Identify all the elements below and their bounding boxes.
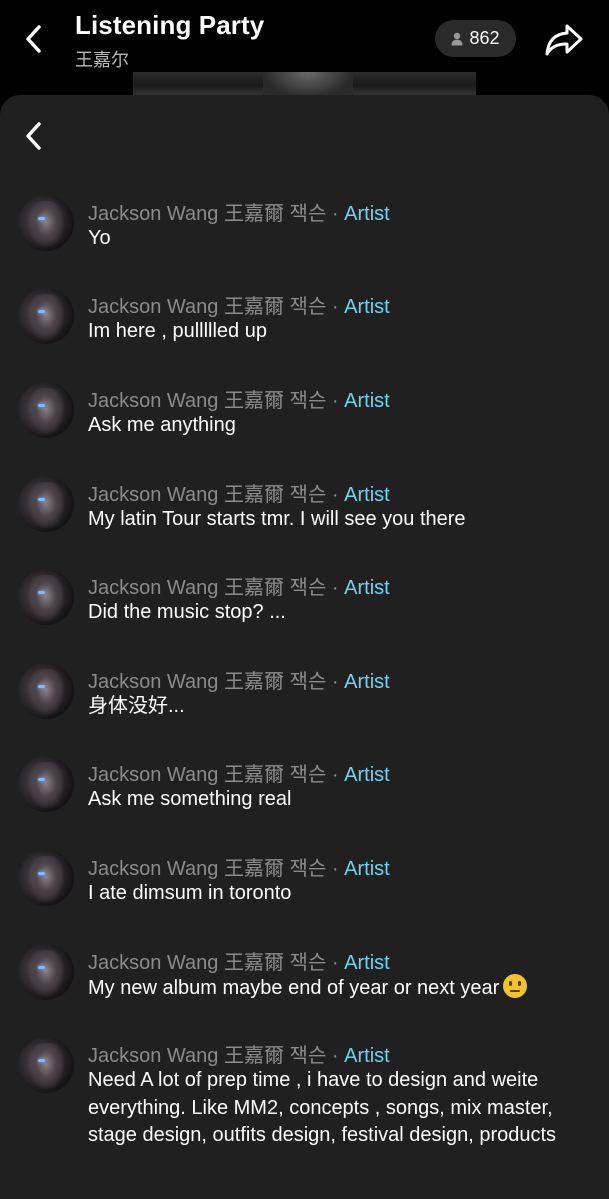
artist-badge: Artist (344, 577, 390, 599)
message-header: Jackson Wang 王嘉爾 잭슨 · Artist (88, 1039, 390, 1068)
message-text: Im here , pullllled up (88, 320, 267, 342)
message-text: My latin Tour starts tmr. I will see you… (88, 508, 466, 530)
message-text: I ate dimsum in toronto (88, 882, 292, 904)
chevron-left-icon (26, 122, 41, 150)
chevron-left-icon (26, 25, 41, 53)
artist-badge: Artist (344, 858, 390, 880)
separator-dot: · (331, 484, 339, 506)
page-title: Listening Party (75, 10, 265, 40)
separator-dot: · (331, 577, 339, 599)
author-name[interactable]: Jackson Wang 王嘉爾 잭슨 (88, 296, 326, 318)
separator-dot: · (331, 671, 339, 693)
artist-badge: Artist (344, 296, 390, 318)
message-header: Jackson Wang 王嘉爾 잭슨 · Artist (88, 852, 390, 881)
artist-badge: Artist (344, 952, 390, 974)
neutral-face-emoji (503, 974, 528, 998)
author-name[interactable]: Jackson Wang 王嘉爾 잭슨 (88, 764, 326, 786)
separator-dot: · (331, 1045, 339, 1067)
author-name[interactable]: Jackson Wang 王嘉爾 잭슨 (88, 858, 326, 880)
avatar[interactable] (18, 382, 74, 438)
sheet-back-button[interactable] (20, 119, 50, 153)
avatar[interactable] (18, 944, 74, 1000)
message-text: My new album maybe end of year or next y… (88, 974, 593, 1003)
separator-dot: · (331, 296, 339, 318)
chat-sheet: Jackson Wang 王嘉爾 잭슨 · Artist Yo Jackson … (0, 95, 609, 1199)
artist-subtitle[interactable]: 王嘉尔 (75, 46, 129, 72)
separator-dot: · (331, 952, 339, 974)
message-header: Jackson Wang 王嘉爾 잭슨 · Artist (88, 384, 390, 413)
artist-badge: Artist (344, 764, 390, 786)
author-name[interactable]: Jackson Wang 王嘉爾 잭슨 (88, 952, 326, 974)
message-header: Jackson Wang 王嘉爾 잭슨 · Artist (88, 571, 390, 600)
avatar[interactable] (18, 569, 74, 625)
message-text: Ask me something real (88, 788, 292, 810)
author-name[interactable]: Jackson Wang 王嘉爾 잭슨 (88, 671, 326, 693)
message-text: Yo (88, 227, 111, 249)
message-text-content: My new album maybe end of year or next y… (88, 977, 500, 999)
avatar[interactable] (18, 756, 74, 812)
message-header: Jackson Wang 王嘉爾 잭슨 · Artist (88, 946, 390, 975)
artist-badge: Artist (344, 671, 390, 693)
message-header: Jackson Wang 王嘉爾 잭슨 · Artist (88, 197, 390, 226)
message-text: Need A lot of prep time , i have to desi… (88, 1069, 557, 1146)
message-header: Jackson Wang 王嘉爾 잭슨 · Artist (88, 758, 390, 787)
share-arrow-icon (545, 24, 583, 56)
message-text: Did the music stop? ... (88, 601, 286, 623)
listener-count: 862 (469, 28, 500, 48)
message-text: Ask me anything (88, 414, 236, 436)
back-button[interactable] (20, 22, 50, 56)
listener-count-badge[interactable]: 862 (435, 20, 516, 57)
author-name[interactable]: Jackson Wang 王嘉爾 잭슨 (88, 390, 326, 412)
avatar[interactable] (18, 663, 74, 719)
author-name[interactable]: Jackson Wang 王嘉爾 잭슨 (88, 203, 326, 225)
artist-badge: Artist (344, 203, 390, 225)
message-header: Jackson Wang 王嘉爾 잭슨 · Artist (88, 478, 390, 507)
artist-badge: Artist (344, 1045, 390, 1067)
person-icon (451, 32, 463, 45)
avatar[interactable] (18, 195, 74, 251)
avatar[interactable] (18, 288, 74, 344)
author-name[interactable]: Jackson Wang 王嘉爾 잭슨 (88, 484, 326, 506)
avatar[interactable] (18, 1037, 74, 1093)
message-header: Jackson Wang 王嘉爾 잭슨 · Artist (88, 665, 390, 694)
artist-badge: Artist (344, 484, 390, 506)
share-button[interactable] (543, 20, 585, 60)
top-bar: Listening Party 王嘉尔 862 (0, 0, 609, 98)
artist-badge: Artist (344, 390, 390, 412)
avatar[interactable] (18, 476, 74, 532)
author-name[interactable]: Jackson Wang 王嘉爾 잭슨 (88, 577, 326, 599)
message-text: 身体没好... (88, 695, 185, 717)
separator-dot: · (331, 390, 339, 412)
separator-dot: · (331, 203, 339, 225)
avatar[interactable] (18, 850, 74, 906)
separator-dot: · (331, 764, 339, 786)
message-header: Jackson Wang 王嘉爾 잭슨 · Artist (88, 290, 390, 319)
author-name[interactable]: Jackson Wang 王嘉爾 잭슨 (88, 1045, 326, 1067)
separator-dot: · (331, 858, 339, 880)
